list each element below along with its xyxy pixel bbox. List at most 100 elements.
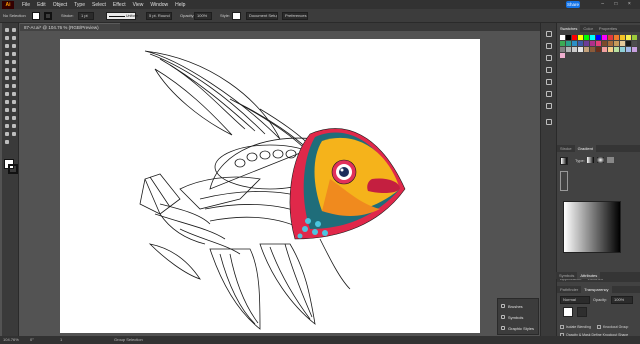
artboard-number[interactable]: 1 <box>60 336 62 344</box>
scale-tool-icon[interactable] <box>4 83 10 89</box>
swatch-grid[interactable] <box>560 35 638 69</box>
curvature-tool-icon[interactable] <box>11 43 17 49</box>
isolate-blending-row[interactable]: Isolate Blending <box>560 325 591 330</box>
color-swatch[interactable] <box>566 41 571 46</box>
menu-effect[interactable]: Effect <box>113 2 126 8</box>
document-tab[interactable]: 87-AI.ai* @ 104.76 % (RGB/Preview) <box>20 23 120 31</box>
color-swatch[interactable] <box>578 47 583 52</box>
gradient-type-radial[interactable] <box>597 157 604 163</box>
free-transform-tool-icon[interactable] <box>4 91 10 97</box>
tab-swatches[interactable]: Swatches <box>557 25 581 32</box>
gradient-type-freeform[interactable] <box>607 157 614 163</box>
eyedropper-tool-icon[interactable] <box>11 107 17 113</box>
minimize-icon[interactable]: – <box>601 1 604 8</box>
color-swatch[interactable] <box>590 41 595 46</box>
pencil-tool-icon[interactable] <box>4 67 10 73</box>
color-swatch[interactable] <box>602 41 607 46</box>
color-swatch[interactable] <box>632 47 637 52</box>
rotation-angle[interactable]: 0° <box>30 336 34 344</box>
gradient-tool-icon[interactable] <box>4 107 10 113</box>
color-swatch[interactable] <box>608 35 613 40</box>
color-swatch[interactable] <box>620 47 625 52</box>
fish-artwork[interactable] <box>60 39 480 333</box>
color-swatch[interactable] <box>602 35 607 40</box>
paintbrush-tool-icon[interactable] <box>11 59 17 65</box>
rotate-tool-icon[interactable] <box>11 75 17 81</box>
graphic-styles-icon[interactable] <box>546 103 552 109</box>
symbols-icon[interactable] <box>546 91 552 97</box>
knockout-group-checkbox[interactable] <box>597 325 601 330</box>
color-swatch[interactable] <box>560 47 565 52</box>
line-tool-icon[interactable] <box>11 51 17 57</box>
color-swatch[interactable] <box>626 47 631 52</box>
selection-tool-icon[interactable] <box>4 27 10 33</box>
maximize-icon[interactable]: □ <box>614 1 617 8</box>
width-tool-icon[interactable] <box>11 83 17 89</box>
color-swatch[interactable] <box>584 47 589 52</box>
color-swatch[interactable] <box>596 47 601 52</box>
color-swatch[interactable] <box>590 47 595 52</box>
shape-builder-tool-icon[interactable] <box>11 91 17 97</box>
color-swatch[interactable] <box>560 35 565 40</box>
mesh-tool-icon[interactable] <box>11 99 17 105</box>
color-swatch[interactable] <box>572 41 577 46</box>
opacity-field[interactable]: 100% <box>194 12 212 20</box>
color-swatch[interactable] <box>572 47 577 52</box>
color-swatch[interactable] <box>560 53 565 58</box>
color-swatch[interactable] <box>578 35 583 40</box>
brush-dropdown[interactable]: 5 pt. Round <box>146 12 172 20</box>
gradient-type-linear[interactable] <box>587 157 594 163</box>
slice-tool-icon[interactable] <box>4 131 10 137</box>
layers-icon[interactable] <box>546 31 552 37</box>
stroke-swatch[interactable] <box>44 12 52 20</box>
brushes-icon[interactable] <box>546 79 552 85</box>
hand-tool-icon[interactable] <box>11 131 17 137</box>
opacity-mask-thumbnail[interactable] <box>577 307 587 317</box>
transparency-opacity-field[interactable]: 100% <box>611 296 633 304</box>
color-swatch[interactable] <box>602 47 607 52</box>
gradient-ramp[interactable] <box>563 201 621 253</box>
color-swatch[interactable] <box>620 35 625 40</box>
gradient-fill-preview[interactable] <box>560 157 568 165</box>
color-swatch[interactable] <box>578 41 583 46</box>
color-swatch[interactable] <box>614 47 619 52</box>
type-tool-icon[interactable] <box>4 51 10 57</box>
links-icon[interactable] <box>546 119 552 125</box>
shaper-tool-icon[interactable] <box>11 67 17 73</box>
zoom-tool-icon[interactable] <box>4 139 10 145</box>
fill-swatch[interactable] <box>32 12 40 20</box>
perspective-grid-tool-icon[interactable] <box>4 99 10 105</box>
stroke-weight-field[interactable]: 1 pt <box>78 12 94 20</box>
tab-gradient[interactable]: Gradient <box>574 145 596 152</box>
color-swatch[interactable] <box>560 41 565 46</box>
color-swatch[interactable] <box>626 35 631 40</box>
menu-type[interactable]: Type <box>74 2 85 8</box>
color-swatch[interactable] <box>626 41 631 46</box>
knockout-group-row[interactable]: Knockout Group <box>597 325 628 330</box>
eraser-tool-icon[interactable] <box>4 75 10 81</box>
asset-export-icon[interactable] <box>546 55 552 61</box>
direct-selection-tool-icon[interactable] <box>11 27 17 33</box>
blend-mode-dropdown[interactable]: Normal <box>560 296 590 304</box>
zoom-level[interactable]: 104.76% <box>3 336 19 344</box>
color-swatch[interactable] <box>620 41 625 46</box>
share-button[interactable]: Share <box>566 1 580 8</box>
color-swatch[interactable] <box>566 35 571 40</box>
rectangle-tool-icon[interactable] <box>4 59 10 65</box>
menu-select[interactable]: Select <box>92 2 106 8</box>
lasso-tool-icon[interactable] <box>11 35 17 41</box>
color-swatch[interactable] <box>584 35 589 40</box>
menu-object[interactable]: Object <box>53 2 67 8</box>
gradient-stroke-swatch[interactable] <box>560 171 568 191</box>
color-swatch[interactable] <box>566 47 571 52</box>
color-swatch[interactable] <box>614 35 619 40</box>
document-setup-button[interactable]: Document Setup <box>246 12 278 20</box>
tab-pathfinder[interactable]: Pathfinder <box>557 286 581 293</box>
tab-color[interactable]: Color <box>580 25 596 32</box>
menu-edit[interactable]: Edit <box>37 2 46 8</box>
artboards-icon[interactable] <box>546 43 552 49</box>
color-swatch[interactable] <box>632 41 637 46</box>
symbol-sprayer-tool-icon[interactable] <box>11 115 17 121</box>
isolate-blending-checkbox[interactable] <box>560 325 564 330</box>
menu-window[interactable]: Window <box>150 2 168 8</box>
